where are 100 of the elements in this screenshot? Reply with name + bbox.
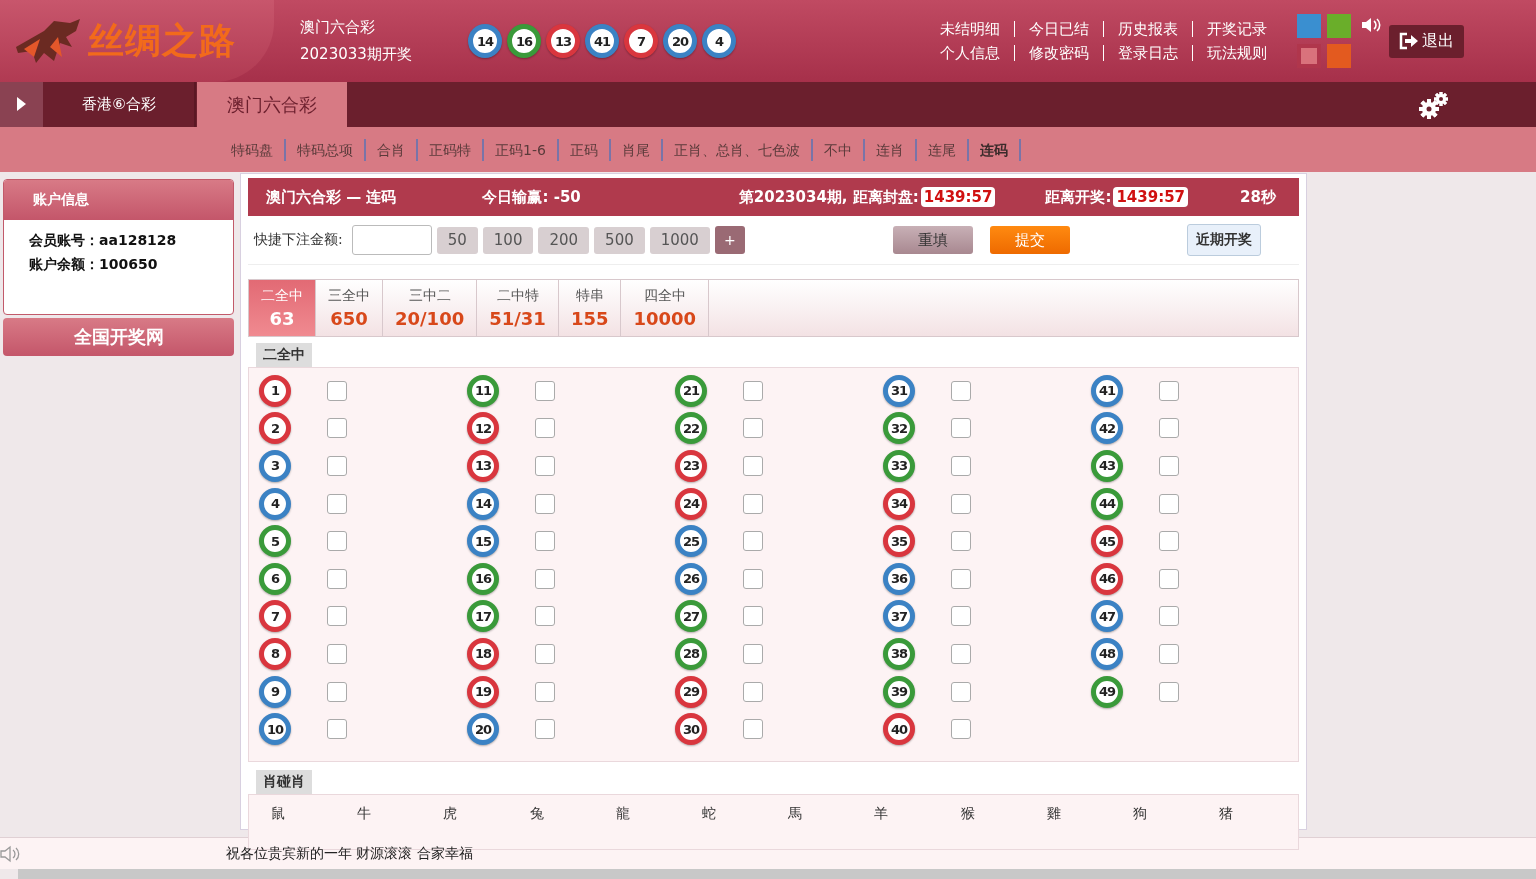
checkbox[interactable]: [327, 681, 347, 702]
checkbox[interactable]: [951, 418, 971, 439]
checkbox[interactable]: [1159, 493, 1179, 514]
checkbox[interactable]: [535, 681, 555, 702]
checkbox[interactable]: [535, 531, 555, 552]
checkbox[interactable]: [743, 568, 763, 589]
checkbox[interactable]: [743, 681, 763, 702]
amount-button[interactable]: 100: [482, 226, 534, 254]
game-menu-item[interactable]: 特码总项: [286, 138, 366, 161]
checkbox[interactable]: [327, 568, 347, 589]
submit-button[interactable]: 提交: [989, 226, 1070, 254]
checkbox[interactable]: [743, 606, 763, 627]
checkbox[interactable]: [951, 681, 971, 702]
theme-swatch[interactable]: [1297, 44, 1321, 68]
checkbox[interactable]: [535, 606, 555, 627]
game-menu-item[interactable]: 连肖: [864, 138, 917, 161]
theme-swatch[interactable]: [1297, 14, 1321, 38]
checkbox[interactable]: [1159, 380, 1179, 401]
game-menu-item[interactable]: 合肖: [366, 138, 418, 161]
zodiac-option[interactable]: 猪: [1219, 805, 1234, 849]
play-type-tab[interactable]: 二中特 51/31: [477, 280, 559, 336]
checkbox[interactable]: [1159, 643, 1179, 664]
recent-draws-button[interactable]: 近期开奖: [1186, 224, 1261, 256]
zodiac-option[interactable]: 雞: [1046, 805, 1061, 849]
checkbox[interactable]: [1159, 456, 1179, 476]
logout-button[interactable]: 退出: [1389, 24, 1464, 58]
theme-swatch[interactable]: [1327, 14, 1351, 38]
game-menu-item[interactable]: 正码: [558, 138, 611, 161]
checkbox[interactable]: [535, 418, 555, 439]
amount-button[interactable]: 1000: [649, 226, 710, 254]
header-link[interactable]: 修改密码: [1015, 45, 1104, 61]
game-menu-item[interactable]: 特码盘: [220, 138, 286, 161]
play-type-tab[interactable]: 三全中 650: [316, 280, 383, 336]
game-menu-item[interactable]: 不中: [812, 138, 865, 161]
checkbox[interactable]: [535, 380, 555, 401]
game-menu-item[interactable]: 正码1-6: [484, 138, 559, 161]
checkbox[interactable]: [327, 531, 347, 552]
lottery-tab[interactable]: 澳门六合彩: [197, 82, 347, 127]
results-site-button[interactable]: 全国开奖网: [3, 318, 234, 356]
zodiac-option[interactable]: 羊: [874, 805, 889, 849]
header-link[interactable]: 玩法规则: [1193, 45, 1281, 61]
checkbox[interactable]: [327, 456, 347, 476]
header-link[interactable]: 个人信息: [926, 45, 1015, 61]
checkbox[interactable]: [743, 719, 763, 740]
game-menu-item[interactable]: 正肖、总肖、七色波: [662, 138, 813, 161]
checkbox[interactable]: [535, 643, 555, 664]
add-button[interactable]: +: [714, 226, 745, 254]
checkbox[interactable]: [327, 719, 347, 740]
theme-swatch[interactable]: [1327, 44, 1351, 68]
checkbox[interactable]: [535, 719, 555, 740]
settings-icon[interactable]: [1418, 89, 1450, 120]
zodiac-option[interactable]: 兔: [529, 805, 544, 849]
checkbox[interactable]: [1159, 568, 1179, 589]
scrollbar[interactable]: [18, 869, 1536, 879]
header-link[interactable]: 今日已结: [1015, 21, 1104, 37]
checkbox[interactable]: [951, 568, 971, 589]
reset-button[interactable]: 重填: [892, 226, 973, 254]
checkbox[interactable]: [1159, 531, 1179, 552]
checkbox[interactable]: [951, 719, 971, 740]
checkbox[interactable]: [327, 418, 347, 439]
game-menu-item[interactable]: 连尾: [916, 138, 969, 161]
play-type-tab[interactable]: 二全中 63: [249, 280, 316, 336]
speaker-icon[interactable]: [1361, 16, 1381, 34]
checkbox[interactable]: [327, 380, 347, 401]
checkbox[interactable]: [535, 568, 555, 589]
header-link[interactable]: 登录日志: [1104, 45, 1193, 61]
zodiac-option[interactable]: 猴: [960, 805, 975, 849]
checkbox[interactable]: [743, 493, 763, 514]
checkbox[interactable]: [743, 531, 763, 552]
zodiac-option[interactable]: 蛇: [701, 805, 716, 849]
amount-button[interactable]: 200: [538, 226, 590, 254]
checkbox[interactable]: [1159, 681, 1179, 702]
checkbox[interactable]: [743, 380, 763, 401]
amount-field[interactable]: [351, 225, 432, 255]
checkbox[interactable]: [535, 493, 555, 514]
checkbox[interactable]: [743, 456, 763, 476]
game-menu-item[interactable]: 连码: [968, 138, 1021, 161]
checkbox[interactable]: [951, 380, 971, 401]
zodiac-option[interactable]: 狗: [1132, 805, 1147, 849]
checkbox[interactable]: [327, 493, 347, 514]
zodiac-option[interactable]: 龍: [615, 805, 630, 849]
checkbox[interactable]: [1159, 418, 1179, 439]
checkbox[interactable]: [327, 643, 347, 664]
header-link[interactable]: 历史报表: [1104, 21, 1193, 37]
checkbox[interactable]: [951, 493, 971, 514]
game-menu-item[interactable]: 正码特: [418, 138, 484, 161]
header-link[interactable]: 未结明细: [926, 21, 1015, 37]
checkbox[interactable]: [535, 456, 555, 476]
checkbox[interactable]: [1159, 606, 1179, 627]
play-type-tab[interactable]: 三中二 20/100: [383, 280, 478, 336]
play-type-tab[interactable]: 特串 155: [558, 280, 622, 336]
checkbox[interactable]: [951, 456, 971, 476]
checkbox[interactable]: [951, 531, 971, 552]
amount-button[interactable]: 500: [594, 226, 645, 254]
checkbox[interactable]: [951, 606, 971, 627]
zodiac-option[interactable]: 馬: [788, 805, 803, 849]
checkbox[interactable]: [327, 606, 347, 627]
game-menu-item[interactable]: 肖尾: [610, 138, 663, 161]
play-type-tab[interactable]: 四全中 10000: [621, 280, 710, 336]
checkbox[interactable]: [743, 643, 763, 664]
